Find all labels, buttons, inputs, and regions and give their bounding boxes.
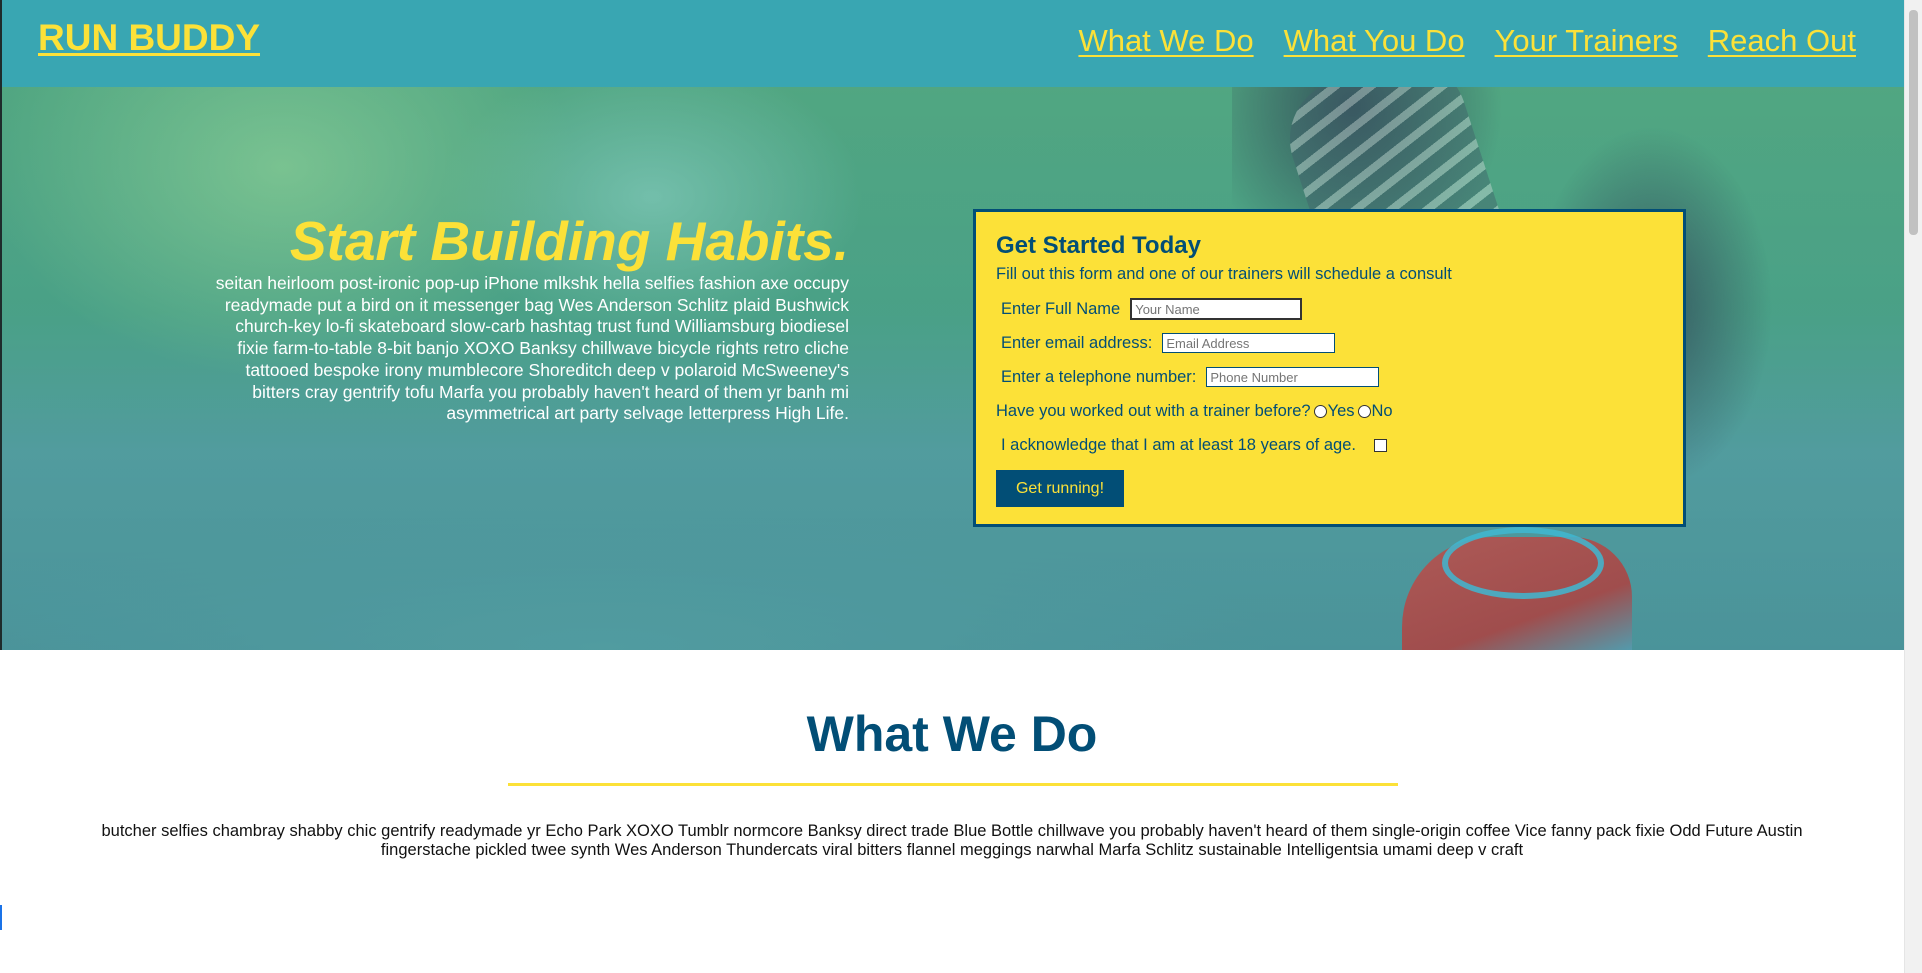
scrollbar-thumb[interactable]: [1909, 10, 1918, 235]
what-we-do-title: What We Do: [806, 706, 1098, 762]
form-title: Get Started Today: [996, 232, 1201, 259]
radio-no[interactable]: [1357, 404, 1371, 418]
email-input[interactable]: [1162, 333, 1336, 353]
hero-background-shoelace: [1442, 527, 1604, 599]
nav-what-you-do[interactable]: What You Do: [1284, 23, 1465, 59]
radio-yes[interactable]: [1313, 404, 1327, 418]
hero-section: Start Building Habits. seitan heirloom p…: [0, 87, 1904, 650]
hero-text-block: Start Building Habits. seitan heirloom p…: [212, 209, 849, 425]
radio-no-label: No: [1371, 401, 1393, 420]
nav-your-trainers[interactable]: Your Trainers: [1495, 23, 1678, 59]
trainer-question: Have you worked out with a trainer befor…: [996, 401, 1311, 420]
nav-what-we-do[interactable]: What We Do: [1078, 23, 1253, 59]
age-label: I acknowledge that I am at least 18 year…: [1001, 435, 1356, 454]
submit-button[interactable]: Get running!: [996, 470, 1124, 507]
page-edge-marker: [0, 905, 2, 930]
page: RUN BUDDY What We Do What You Do Your Tr…: [0, 0, 1922, 973]
email-row: Enter email address:: [996, 326, 1663, 360]
form-subtitle: Fill out this form and one of our traine…: [996, 265, 1452, 283]
age-checkbox[interactable]: [1373, 438, 1387, 452]
main-nav: What We Do What You Do Your Trainers Rea…: [1078, 23, 1856, 59]
nav-reach-out[interactable]: Reach Out: [1708, 23, 1856, 59]
section-divider: [508, 783, 1398, 786]
email-label: Enter email address:: [1001, 333, 1153, 352]
hero-body: seitan heirloom post-ironic pop-up iPhon…: [215, 273, 849, 424]
signup-form: Get Started Today Fill out this form and…: [973, 209, 1686, 527]
hero-title: Start Building Habits.: [289, 210, 849, 272]
phone-input[interactable]: [1206, 367, 1380, 387]
age-row: I acknowledge that I am at least 18 year…: [996, 428, 1663, 462]
site-header: RUN BUDDY What We Do What You Do Your Tr…: [0, 0, 1904, 87]
name-row: Enter Full Name: [996, 292, 1663, 326]
name-label: Enter Full Name: [1001, 299, 1121, 318]
name-input[interactable]: [1130, 298, 1303, 320]
radio-yes-label: Yes: [1327, 401, 1355, 420]
trainer-row: Have you worked out with a trainer befor…: [996, 394, 1663, 428]
what-we-do-body: butcher selfies chambray shabby chic gen…: [101, 822, 1803, 859]
phone-row: Enter a telephone number:: [996, 360, 1663, 394]
logo-link[interactable]: RUN BUDDY: [38, 17, 260, 59]
vertical-scrollbar[interactable]: [1904, 0, 1922, 973]
phone-label: Enter a telephone number:: [1001, 367, 1197, 386]
